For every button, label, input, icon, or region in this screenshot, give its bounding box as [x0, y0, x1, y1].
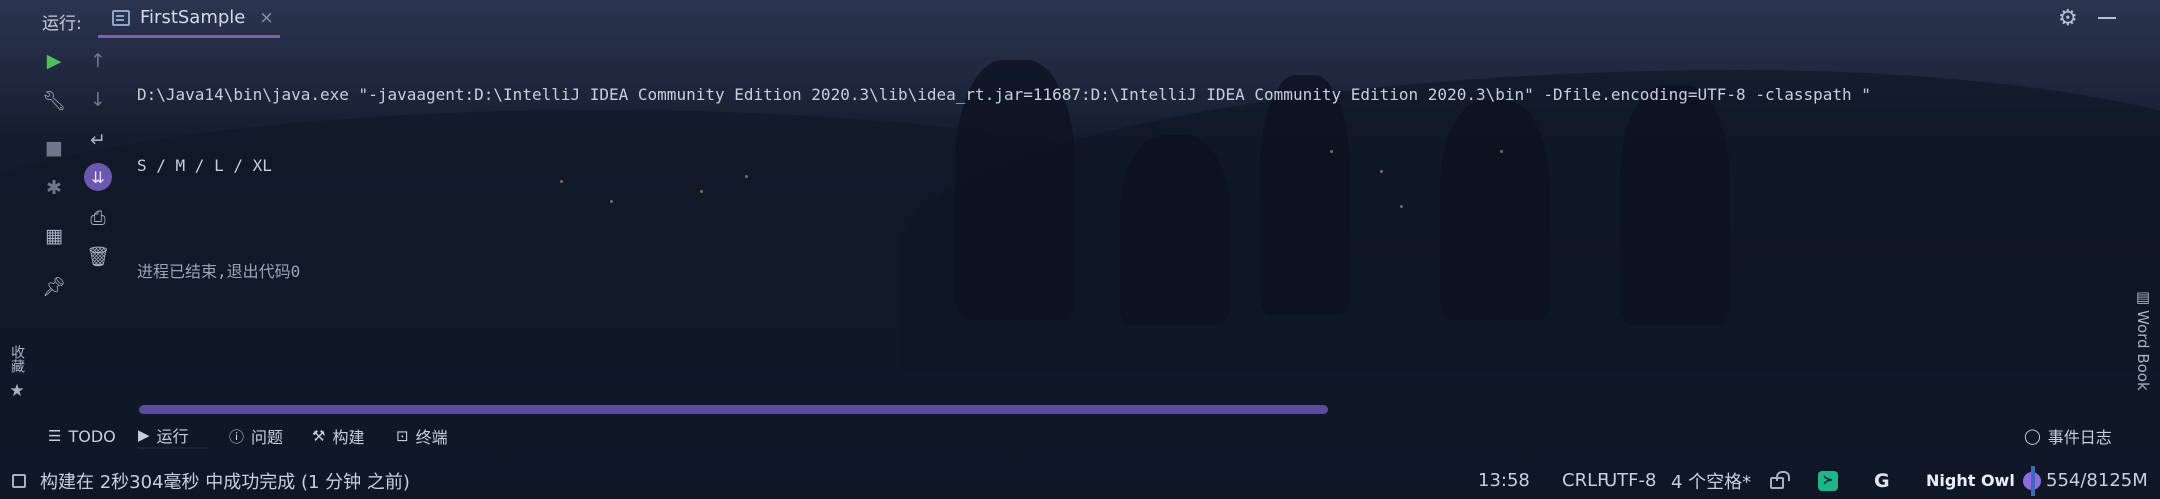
tool-window-bar: ☰ TODO ▶ 运行 ⓘ 问题 ⚒ 构建 ⊡ 终端 ◯ 事件日志 [0, 423, 2160, 449]
pin-icon[interactable]: 📌︎ [40, 272, 68, 300]
terminal-plugin-button[interactable]: ≻ [1818, 462, 1838, 499]
print-icon[interactable]: ⎙ [84, 204, 112, 232]
word-book-tab[interactable]: ▤ Word Book [2130, 288, 2156, 403]
theme-name: Night Owl [1926, 471, 2015, 490]
run-label-bottom: 运行 [156, 427, 189, 446]
arrow-up-icon[interactable]: ↑ [84, 47, 112, 75]
todo-tab[interactable]: ☰ TODO [48, 423, 116, 449]
toggle-tool-windows-button[interactable] [12, 462, 26, 499]
console-exit-message: 进程已结束,退出代码0 [137, 262, 301, 281]
build-tab[interactable]: ⚒ 构建 [312, 423, 364, 449]
layout-icon[interactable]: ▦ [40, 222, 68, 250]
terminal-label: 终端 [415, 428, 448, 447]
square-icon [12, 473, 26, 488]
google-translate-button[interactable]: G [1874, 462, 1890, 499]
hammer-icon: ⚒ [312, 427, 326, 445]
memory-indicator-bar [2031, 466, 2035, 496]
build-label: 构建 [332, 428, 365, 447]
tab-firstsample[interactable]: FirstSample × [98, 0, 280, 38]
tab-label: FirstSample [140, 7, 246, 28]
favorites-tab[interactable]: 收藏 ★ [4, 345, 30, 401]
soft-wrap-icon[interactable]: ↵ [84, 126, 112, 154]
favorites-label: 收藏 [9, 345, 25, 373]
event-log-tab[interactable]: ◯ 事件日志 [2024, 423, 2112, 449]
list-icon: ☰ [48, 427, 62, 445]
run-label: 运行: [42, 14, 82, 34]
memory-usage[interactable]: 554/8125M [2046, 462, 2148, 499]
todo-label: TODO [68, 426, 116, 446]
wrench-icon[interactable]: 🔧︎ [40, 86, 68, 114]
gear-icon[interactable]: ⚙ [2058, 6, 2078, 31]
problems-tab[interactable]: ⓘ 问题 [229, 423, 283, 449]
terminal-tab[interactable]: ⊡ 终端 [396, 423, 448, 449]
status-message[interactable]: 构建在 2秒304毫秒 中成功完成 (1 分钟 之前) [40, 462, 410, 499]
problems-label: 问题 [251, 428, 284, 447]
caret-position[interactable]: 13:58 [1478, 462, 1530, 499]
minimize-icon[interactable] [2098, 17, 2116, 19]
console-line-output: S / M / L / XL [137, 156, 272, 175]
terminal-badge-icon: ≻ [1818, 470, 1838, 491]
google-icon: G [1874, 469, 1890, 492]
status-bar: 构建在 2秒304毫秒 中成功完成 (1 分钟 之前) 13:58 CRLF U… [0, 462, 2160, 499]
file-encoding[interactable]: UTF-8 [1604, 462, 1656, 499]
run-tool-window-header: 运行: FirstSample × ⚙ [0, 0, 2160, 38]
event-log-label: 事件日志 [2047, 428, 2112, 447]
arrow-down-icon[interactable]: ↓ [84, 86, 112, 114]
horizontal-scrollbar[interactable] [139, 405, 1328, 414]
book-icon: ▤ [2135, 288, 2151, 306]
lock-icon [1770, 470, 1790, 489]
play-icon: ▶ [138, 426, 150, 444]
line-separator[interactable]: CRLF [1562, 462, 1607, 499]
scroll-to-end-icon[interactable]: ⇊ [84, 163, 112, 191]
terminal-icon: ⊡ [396, 427, 409, 445]
console-icon [112, 9, 130, 26]
console-line-command: D:\Java14\bin\java.exe "-javaagent:D:\In… [137, 85, 1871, 104]
run-tab[interactable]: ▶ 运行 [138, 423, 208, 449]
indent-setting[interactable]: 4 个空格* [1671, 462, 1751, 499]
word-book-label: Word Book [2134, 310, 2152, 391]
console-output[interactable]: D:\Java14\bin\java.exe "-javaagent:D:\In… [137, 46, 1871, 313]
info-icon: ⓘ [229, 427, 245, 446]
read-only-toggle[interactable] [1770, 462, 1790, 499]
event-log-icon: ◯ [2024, 427, 2041, 445]
play-icon[interactable]: ▶ [40, 47, 68, 75]
theme-switcher[interactable]: Night Owl [1926, 462, 2041, 499]
close-icon[interactable]: × [259, 8, 273, 28]
star-icon: ★ [9, 381, 25, 401]
trash-icon[interactable]: 🗑︎ [84, 242, 112, 270]
stop-icon[interactable]: ■ [40, 134, 68, 162]
debug-icon[interactable]: ✱ [40, 174, 68, 202]
